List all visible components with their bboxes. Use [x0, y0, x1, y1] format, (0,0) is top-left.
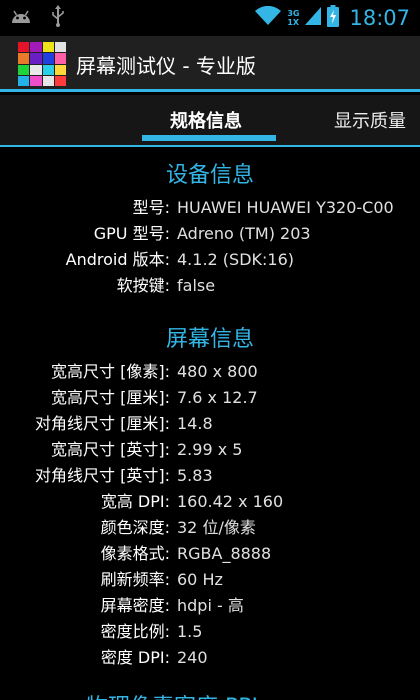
info-row: 密度 DPI: 240	[0, 645, 420, 671]
info-row: 宽高尺寸 [像素]: 480 x 800	[0, 359, 420, 385]
info-label: 刷新频率:	[100, 570, 170, 589]
info-value: hdpi - 高	[177, 596, 244, 615]
section-title-device: 设备信息	[165, 163, 254, 188]
section-title-ppi: 物理像素密度 PPI	[86, 689, 258, 700]
info-label: 型号:	[132, 198, 170, 217]
info-row: 颜色深度: 32 位/像素	[0, 515, 420, 541]
usb-icon	[50, 5, 66, 31]
info-value: 480 x 800	[177, 362, 258, 381]
info-value: 4.1.2 (SDK:16)	[177, 250, 294, 269]
battery-charging-icon	[327, 5, 340, 31]
info-value: 240	[177, 648, 208, 667]
info-value: 60 Hz	[177, 570, 223, 589]
tab-bar: 规格信息 显示质量	[0, 95, 420, 147]
info-row: Android 版本: 4.1.2 (SDK:16)	[0, 247, 420, 273]
app-title: 屏幕测试仪 - 专业版	[76, 54, 256, 78]
info-value: 5.83	[177, 466, 213, 485]
info-row: 刷新频率: 60 Hz	[0, 567, 420, 593]
info-row: 宽高尺寸 [英寸]: 2.99 x 5	[0, 437, 420, 463]
info-value: 2.99 x 5	[177, 440, 243, 459]
info-row: 密度比例: 1.5	[0, 619, 420, 645]
info-label: 像素格式:	[100, 544, 170, 563]
info-label: GPU 型号:	[93, 224, 170, 243]
info-label: 软按键:	[116, 276, 170, 295]
info-value: RGBA_8888	[177, 544, 272, 563]
network-type: 3G 1X	[287, 9, 300, 27]
info-value: 1.5	[177, 622, 203, 641]
info-row: 屏幕密度: hdpi - 高	[0, 593, 420, 619]
action-bar: 屏幕测试仪 - 专业版	[0, 36, 420, 92]
info-label: 密度比例:	[100, 622, 170, 641]
info-row: 对角线尺寸 [厘米]: 14.8	[0, 411, 420, 437]
info-row: 对角线尺寸 [英寸]: 5.83	[0, 463, 420, 489]
tab-indicator	[142, 135, 276, 141]
info-label: 宽高尺寸 [厘米]:	[51, 388, 170, 407]
android-debug-icon	[10, 7, 32, 29]
signal-icon	[305, 7, 322, 29]
info-label: 对角线尺寸 [英寸]:	[35, 466, 170, 485]
info-label: 颜色深度:	[100, 518, 170, 537]
info-label: 宽高 DPI:	[100, 492, 170, 511]
tab-display-quality[interactable]: 显示质量	[334, 107, 406, 133]
color-grid-icon[interactable]	[18, 42, 66, 86]
section-title-screen: 屏幕信息	[165, 327, 254, 352]
info-value: false	[177, 276, 216, 295]
info-label: 宽高尺寸 [像素]:	[51, 362, 170, 381]
info-label: 屏幕密度:	[100, 596, 170, 615]
info-value: 160.42 x 160	[177, 492, 284, 511]
info-label: 宽高尺寸 [英寸]:	[51, 440, 170, 459]
info-row: 型号: HUAWEI HUAWEI Y320-C00	[0, 195, 420, 221]
content-scroll[interactable]: 设备信息 型号: HUAWEI HUAWEI Y320-C00 GPU 型号: …	[0, 147, 420, 700]
info-value: 7.6 x 12.7	[177, 388, 258, 407]
info-value: Adreno (TM) 203	[177, 224, 311, 243]
info-row: 像素格式: RGBA_8888	[0, 541, 420, 567]
info-label: Android 版本:	[65, 250, 170, 269]
clock: 18:07	[349, 6, 410, 30]
tab-specs[interactable]: 规格信息	[170, 107, 242, 133]
info-row: GPU 型号: Adreno (TM) 203	[0, 221, 420, 247]
info-row: 宽高尺寸 [厘米]: 7.6 x 12.7	[0, 385, 420, 411]
info-value: HUAWEI HUAWEI Y320-C00	[177, 198, 394, 217]
status-bar: 3G 1X 18:07	[0, 0, 420, 36]
info-value: 14.8	[177, 414, 213, 433]
info-row: 宽高 DPI: 160.42 x 160	[0, 489, 420, 515]
wifi-icon	[255, 5, 282, 30]
info-label: 密度 DPI:	[100, 648, 170, 667]
info-row: 软按键: false	[0, 273, 420, 299]
info-value: 32 位/像素	[177, 518, 256, 537]
info-label: 对角线尺寸 [厘米]:	[35, 414, 170, 433]
